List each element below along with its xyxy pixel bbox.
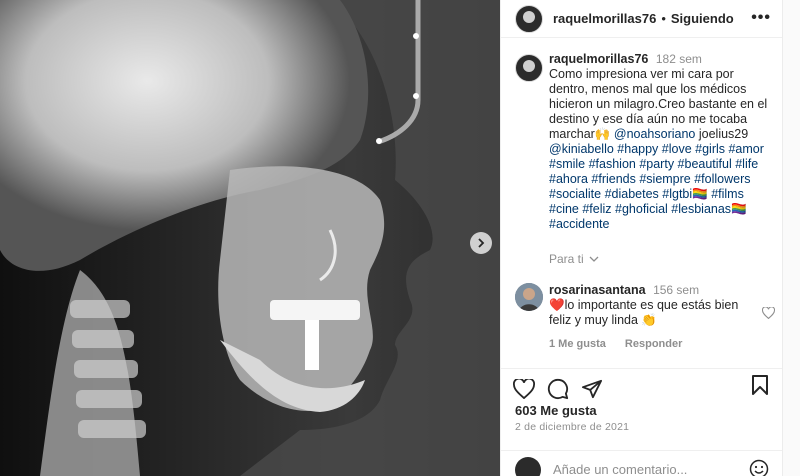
post-date: 2 de diciembre de 2021 xyxy=(515,421,630,433)
caption-username[interactable]: raquelmorillas76 xyxy=(549,52,648,66)
post-header: raquelmorillas76 • Siguiendo ••• xyxy=(501,0,783,38)
translate-toggle[interactable]: Para ti xyxy=(549,252,599,266)
post-side-panel: raquelmorillas76 • Siguiendo ••• raquelm… xyxy=(500,0,783,476)
comments-section: raquelmorillas76 182 sem Como impresiona… xyxy=(501,38,783,368)
comment-input[interactable]: Añade un comentario... xyxy=(553,462,687,476)
scrollbar[interactable] xyxy=(782,0,800,476)
avatar-photo xyxy=(515,283,543,311)
comment-likes[interactable]: 1 Me gusta xyxy=(549,338,606,350)
comment-avatar[interactable] xyxy=(515,283,543,311)
own-avatar xyxy=(515,457,541,476)
chevron-down-icon xyxy=(589,256,599,262)
share-icon[interactable] xyxy=(581,375,615,403)
caption: raquelmorillas76 182 sem Como impresiona… xyxy=(515,52,775,232)
caption-time: 182 sem xyxy=(655,52,702,66)
following-button[interactable]: Siguiendo xyxy=(671,11,734,26)
comment-time: 156 sem xyxy=(653,283,700,297)
caption-plain: joelius29 xyxy=(695,127,749,141)
comment-text: ❤️lo importante es que estás bien feliz … xyxy=(549,298,739,327)
avatar[interactable] xyxy=(515,4,543,33)
comment-username[interactable]: rosarinasantana xyxy=(549,283,646,297)
mention-link[interactable]: @noahsoriano xyxy=(614,127,696,141)
bookmark-icon[interactable] xyxy=(751,375,769,398)
next-image-button[interactable] xyxy=(470,232,492,254)
add-comment-bar: Añade un comentario... xyxy=(501,450,783,476)
translate-label: Para ti xyxy=(549,252,584,266)
comment-icon[interactable] xyxy=(547,375,581,403)
header-username[interactable]: raquelmorillas76 xyxy=(553,11,656,26)
comment-meta: 1 Me gusta Responder xyxy=(549,338,775,350)
like-icon[interactable] xyxy=(513,375,547,403)
post-media[interactable] xyxy=(0,0,500,476)
reply-button[interactable]: Responder xyxy=(625,338,682,350)
caption-avatar[interactable] xyxy=(515,54,543,82)
separator-dot: • xyxy=(661,11,666,26)
chevron-right-icon xyxy=(478,238,485,248)
likes-count[interactable]: 603 Me gusta xyxy=(515,403,597,418)
more-icon[interactable]: ••• xyxy=(751,9,771,27)
heart-icon[interactable] xyxy=(761,306,776,322)
emoji-icon[interactable] xyxy=(749,459,769,476)
comment-item: rosarinasantana 156 sem ❤️lo importante … xyxy=(515,283,776,350)
xray-image xyxy=(0,0,500,476)
mention-link[interactable]: @kiniabello xyxy=(549,142,614,156)
